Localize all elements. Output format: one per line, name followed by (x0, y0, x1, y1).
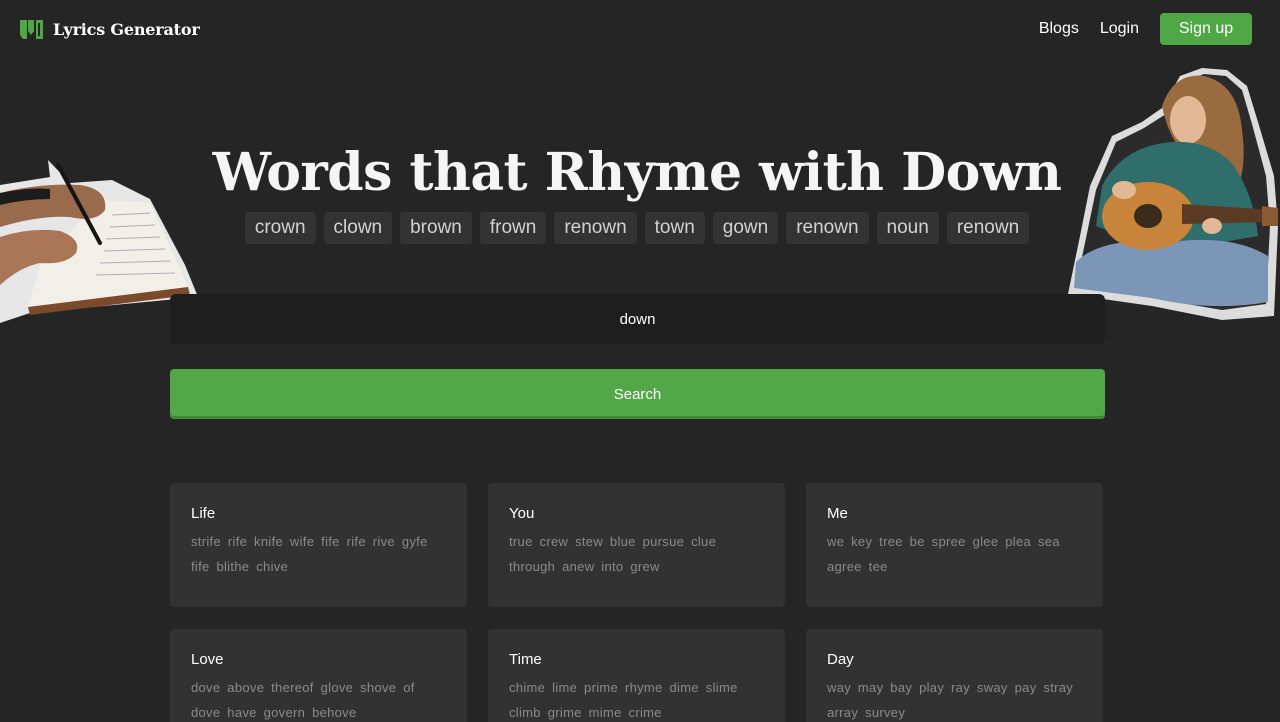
card-title: Love (191, 651, 224, 668)
nav-login-link[interactable]: Login (1100, 13, 1139, 45)
search-input[interactable] (170, 294, 1105, 344)
top-nav: Blogs Login Sign up (1039, 13, 1252, 45)
search-button[interactable]: Search (170, 369, 1105, 419)
card-words: we key tree be spree glee plea sea agree… (827, 534, 1060, 574)
card-words: chime lime prime rhyme dime slime climb … (509, 680, 738, 720)
rhyme-chip[interactable]: noun (876, 212, 939, 244)
rhyme-card-life[interactable]: Life strife rife knife wife fife rife ri… (170, 483, 467, 607)
rhyme-chip[interactable]: town (644, 212, 705, 244)
page-title: Words that Rhyme with Down (212, 142, 1062, 203)
rhyme-chip[interactable]: renown (946, 212, 1030, 244)
lyrics-generator-logo-icon (20, 20, 43, 39)
card-words: way may bay play ray sway pay stray arra… (827, 680, 1074, 720)
nav-blogs-link[interactable]: Blogs (1039, 13, 1079, 45)
rhyme-chip[interactable]: brown (400, 212, 472, 244)
rhyme-card-time[interactable]: Time chime lime prime rhyme dime slime c… (488, 629, 785, 722)
card-words: dove above thereof glove shove of dove h… (191, 680, 415, 720)
card-words: strife rife knife wife fife rife rive gy… (191, 534, 428, 574)
rhyme-card-day[interactable]: Day way may bay play ray sway pay stray … (806, 629, 1103, 722)
card-words: true crew stew blue pursue clue through … (509, 534, 717, 574)
card-title: Time (509, 651, 542, 668)
rhyme-chip[interactable]: frown (479, 212, 547, 244)
card-title: Me (827, 505, 848, 522)
rhyme-card-love[interactable]: Love dove above thereof glove shove of d… (170, 629, 467, 722)
rhyme-chips: crown clown brown frown renown town gown… (0, 212, 1274, 244)
rhyme-chip[interactable]: crown (244, 212, 316, 244)
card-title: Life (191, 505, 216, 522)
rhyme-chip[interactable]: renown (554, 212, 637, 244)
top-header: Lyrics Generator Blogs Login Sign up (0, 0, 1280, 60)
brand-logo[interactable]: Lyrics Generator (20, 20, 200, 39)
card-title: You (509, 505, 535, 522)
rhyme-chip[interactable]: renown (786, 212, 869, 244)
card-title: Day (827, 651, 854, 668)
rhyme-card-you[interactable]: You true crew stew blue pursue clue thro… (488, 483, 785, 607)
rhyme-card-me[interactable]: Me we key tree be spree glee plea sea ag… (806, 483, 1103, 607)
rhyme-chip[interactable]: gown (712, 212, 779, 244)
signup-button[interactable]: Sign up (1160, 13, 1252, 45)
rhyme-chip[interactable]: clown (323, 212, 393, 244)
brand-name: Lyrics Generator (53, 20, 200, 39)
